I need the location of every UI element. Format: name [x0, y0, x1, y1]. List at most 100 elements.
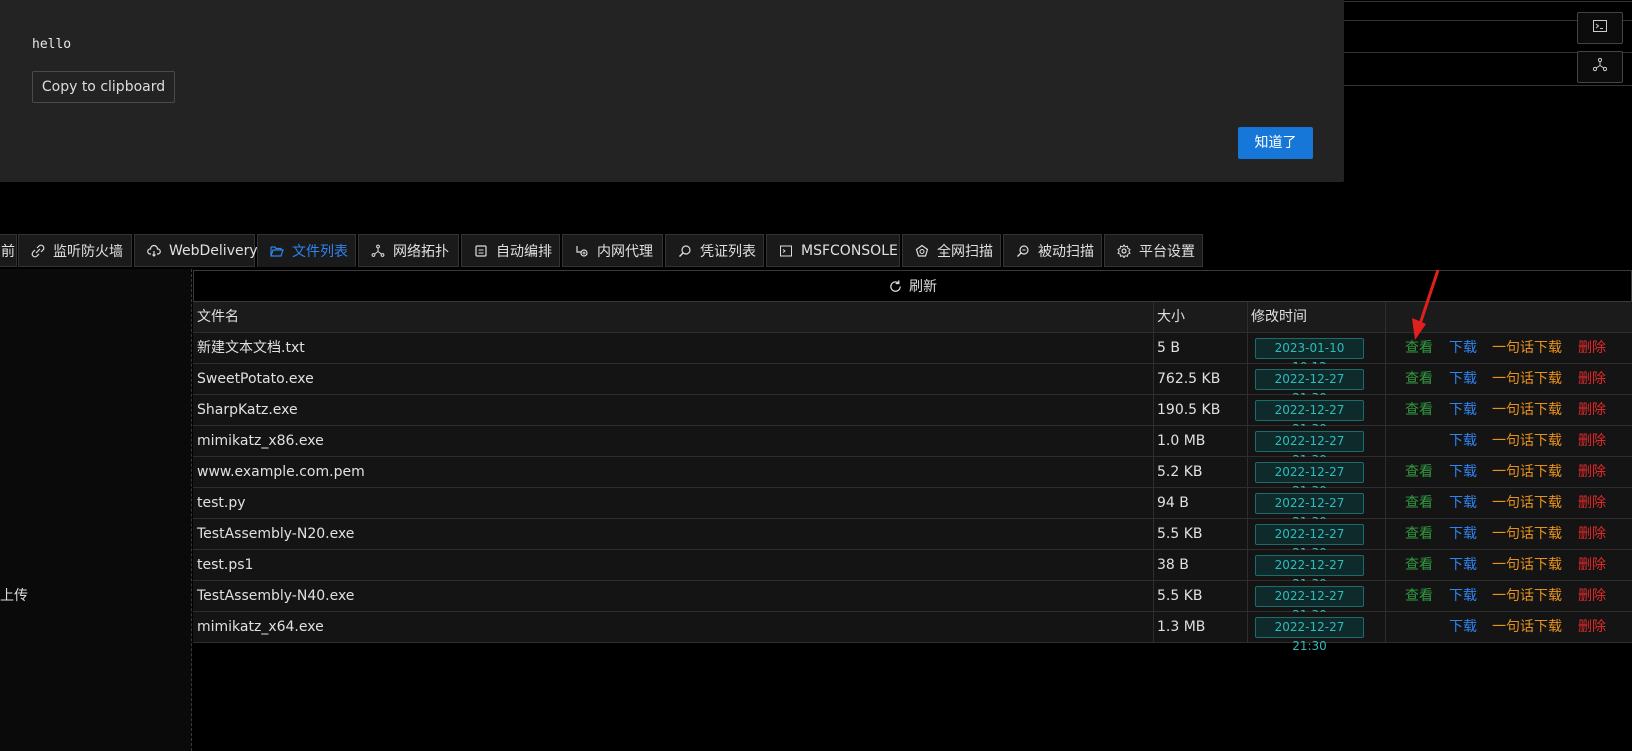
- download-link[interactable]: 下载: [1449, 519, 1477, 549]
- download-link[interactable]: 下载: [1449, 457, 1477, 487]
- download-link[interactable]: 下载: [1449, 364, 1477, 394]
- delete-link[interactable]: 删除: [1578, 612, 1606, 642]
- modified-time-tag: 2023-01-10 10:12: [1255, 338, 1364, 374]
- column-divider: [1247, 581, 1248, 611]
- file-size: 1.0 MB: [1157, 433, 1206, 449]
- download-link[interactable]: 下载: [1449, 612, 1477, 642]
- download-link[interactable]: 下载: [1449, 488, 1477, 518]
- delete-link[interactable]: 删除: [1578, 550, 1606, 580]
- delete-link[interactable]: 删除: [1578, 333, 1606, 363]
- tab-full-network-scan[interactable]: 全网扫描: [902, 234, 1001, 267]
- table-row: TestAssembly-N20.exe 5.5 KB 2022-12-27 21:…: [193, 519, 1632, 560]
- column-divider: [1247, 488, 1248, 518]
- tab-msfconsole[interactable]: MSFCONSOLE: [766, 234, 900, 267]
- file-name: SharpKatz.exe: [197, 402, 298, 418]
- delete-link[interactable]: 删除: [1578, 395, 1606, 425]
- view-link[interactable]: 查看: [1405, 519, 1433, 549]
- header-file-name: 文件名: [197, 309, 239, 325]
- table-row: test.ps1 38 B 2022-12-27 21:30 查看下载一句话下载删除: [193, 550, 1632, 591]
- view-link[interactable]: 查看: [1405, 581, 1433, 611]
- delete-link[interactable]: 删除: [1578, 488, 1606, 518]
- column-divider: [1153, 519, 1154, 549]
- column-divider: [1153, 426, 1154, 456]
- file-size: 5.2 KB: [1157, 464, 1203, 480]
- copy-to-clipboard-button[interactable]: Copy to clipboard: [32, 71, 175, 103]
- column-divider: [1153, 302, 1154, 332]
- column-divider: [1385, 519, 1386, 549]
- ok-button[interactable]: 知道了: [1238, 127, 1313, 159]
- tab-network-topology[interactable]: 网络拓扑: [358, 234, 459, 267]
- download-link[interactable]: 下载: [1449, 581, 1477, 611]
- tab-label: 前: [1, 243, 15, 260]
- delete-link[interactable]: 删除: [1578, 457, 1606, 487]
- file-size: 190.5 KB: [1157, 402, 1221, 418]
- one-liner-download-link[interactable]: 一句话下载: [1492, 519, 1562, 549]
- one-liner-download-link[interactable]: 一句话下载: [1492, 550, 1562, 580]
- delete-link[interactable]: 删除: [1578, 426, 1606, 456]
- table-row: SweetPotato.exe 762.5 KB 2022-12-27 21:30 查…: [193, 364, 1632, 405]
- column-divider: [1247, 550, 1248, 580]
- one-liner-download-link[interactable]: 一句话下载: [1492, 488, 1562, 518]
- column-divider: [1153, 333, 1154, 363]
- one-liner-download-link[interactable]: 一句话下载: [1492, 612, 1562, 642]
- file-name: mimikatz_x86.exe: [197, 433, 324, 449]
- delete-link[interactable]: 删除: [1578, 364, 1606, 394]
- one-liner-download-link[interactable]: 一句话下载: [1492, 333, 1562, 363]
- one-liner-download-link[interactable]: 一句话下载: [1492, 395, 1562, 425]
- tab-platform-settings[interactable]: 平台设置: [1104, 234, 1203, 267]
- view-link[interactable]: 查看: [1405, 395, 1433, 425]
- tab-label: 内网代理: [597, 243, 653, 260]
- tab-label: WebDelivery: [169, 242, 258, 259]
- delete-link[interactable]: 删除: [1578, 581, 1606, 611]
- upload-label[interactable]: 上传: [0, 585, 28, 605]
- proxy-icon: [575, 244, 589, 258]
- tab-file-list[interactable]: 文件列表: [257, 234, 356, 267]
- tab-label: 文件列表: [292, 243, 348, 260]
- one-liner-download-link[interactable]: 一句话下载: [1492, 426, 1562, 456]
- view-link[interactable]: 查看: [1405, 488, 1433, 518]
- tab-listener-firewall[interactable]: 监听防火墙: [18, 234, 132, 267]
- view-link[interactable]: 查看: [1405, 550, 1433, 580]
- one-liner-download-link[interactable]: 一句话下载: [1492, 457, 1562, 487]
- tab-label: MSFCONSOLE: [801, 242, 898, 259]
- file-size: 1.3 MB: [1157, 619, 1206, 635]
- tab-passive-scan[interactable]: 被动扫描: [1003, 234, 1102, 267]
- download-link[interactable]: 下载: [1449, 426, 1477, 456]
- folder-open-icon: [270, 244, 284, 258]
- tab-intranet-proxy[interactable]: 内网代理: [562, 234, 663, 267]
- tab-home[interactable]: 前: [0, 234, 17, 267]
- tab-auto-orchestration[interactable]: 自动编排: [461, 234, 560, 267]
- tab-webdelivery[interactable]: WebDelivery: [134, 234, 258, 267]
- file-size: 762.5 KB: [1157, 371, 1221, 387]
- modified-time-tag: 2022-12-27 21:30: [1255, 431, 1364, 467]
- header-modified-time: 修改时间: [1251, 309, 1307, 325]
- terminal-icon: [1592, 18, 1608, 38]
- column-divider: [1385, 612, 1386, 642]
- file-name: TestAssembly-N20.exe: [197, 526, 355, 542]
- modified-time-tag: 2022-12-27 21:30: [1255, 369, 1364, 405]
- modified-time-tag: 2022-12-27 21:30: [1255, 493, 1364, 529]
- file-name: mimikatz_x64.exe: [197, 619, 324, 635]
- terminal-button[interactable]: [1577, 12, 1623, 44]
- refresh-icon: [888, 279, 909, 294]
- view-link[interactable]: 查看: [1405, 457, 1433, 487]
- one-liner-download-link[interactable]: 一句话下载: [1492, 581, 1562, 611]
- tab-credential-list[interactable]: 凭证列表: [665, 234, 764, 267]
- download-link[interactable]: 下载: [1449, 395, 1477, 425]
- download-link[interactable]: 下载: [1449, 550, 1477, 580]
- view-link[interactable]: 查看: [1405, 364, 1433, 394]
- file-size: 5 B: [1157, 340, 1180, 356]
- column-divider: [1153, 364, 1154, 394]
- cloud-download-icon: [147, 244, 161, 258]
- tab-label: 监听防火墙: [53, 243, 123, 260]
- column-divider: [1385, 333, 1386, 363]
- download-link[interactable]: 下载: [1449, 333, 1477, 363]
- delete-link[interactable]: 删除: [1578, 519, 1606, 549]
- one-liner-download-link[interactable]: 一句话下载: [1492, 364, 1562, 394]
- modified-time-tag: 2022-12-27 21:30: [1255, 400, 1364, 436]
- column-divider: [1153, 395, 1154, 425]
- topology-button[interactable]: [1577, 51, 1623, 83]
- file-size: 94 B: [1157, 495, 1189, 511]
- column-divider: [1247, 364, 1248, 394]
- robot-icon: [474, 244, 488, 258]
